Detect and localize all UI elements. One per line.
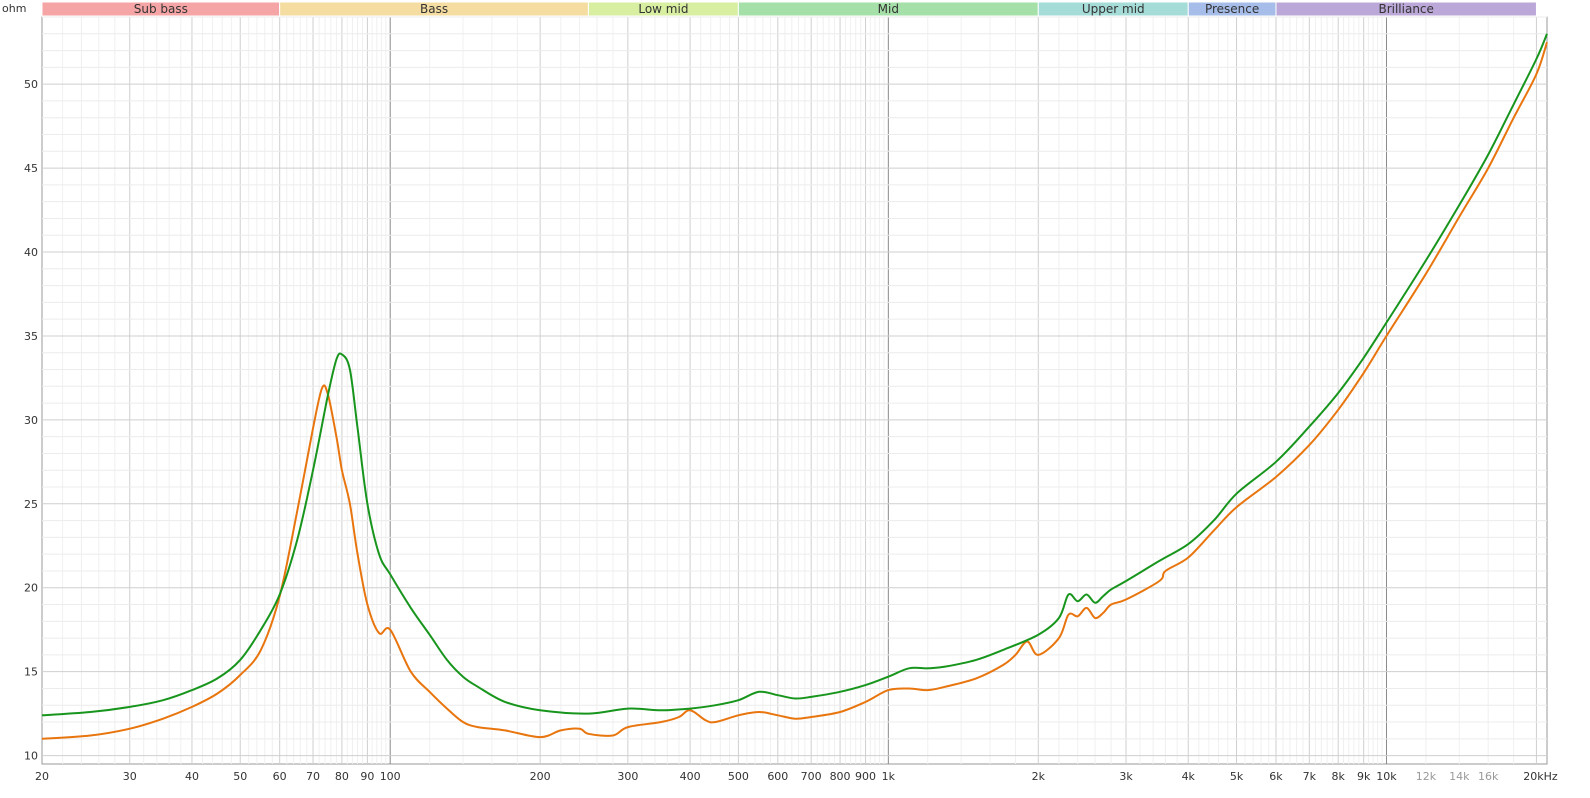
band-label: Presence bbox=[1205, 2, 1259, 16]
y-tick-label: 45 bbox=[24, 162, 38, 175]
x-tick-label: 300 bbox=[617, 770, 638, 783]
x-tick-label: 80 bbox=[335, 770, 349, 783]
y-tick-label: 10 bbox=[24, 750, 38, 763]
x-tick-label: 50 bbox=[233, 770, 247, 783]
x-tick-label: 10k bbox=[1376, 770, 1397, 783]
x-tick-label: 900 bbox=[855, 770, 876, 783]
x-tick-label: 16k bbox=[1478, 770, 1499, 783]
x-tick-label: 100 bbox=[380, 770, 401, 783]
x-tick-label: 14k bbox=[1449, 770, 1470, 783]
x-tick-label: 60 bbox=[273, 770, 287, 783]
x-tick-label: 20 bbox=[35, 770, 49, 783]
y-tick-label: 50 bbox=[24, 78, 38, 91]
impedance-chart: Sub bass Bass Low mid Mid Upper mid Presence B… bbox=[2, 1, 1558, 783]
x-tick-label: 7k bbox=[1303, 770, 1317, 783]
x-tick-label: 3k bbox=[1119, 770, 1133, 783]
x-tick-label: 2k bbox=[1032, 770, 1046, 783]
y-tick-label: 35 bbox=[24, 330, 38, 343]
band-label: Mid bbox=[878, 2, 899, 16]
x-tick-label: 500 bbox=[728, 770, 749, 783]
band-label: Bass bbox=[420, 2, 448, 16]
frequency-bands: Sub bass Bass Low mid Mid Upper mid Presence B… bbox=[41, 1, 1537, 17]
band-label: Upper mid bbox=[1082, 2, 1145, 16]
x-tick-label: 5k bbox=[1230, 770, 1244, 783]
x-tick-label: 700 bbox=[801, 770, 822, 783]
x-tick-label: 8k bbox=[1332, 770, 1346, 783]
x-tick-label: 6k bbox=[1269, 770, 1283, 783]
band-label: Low mid bbox=[638, 2, 688, 16]
x-tick-label: 70 bbox=[306, 770, 320, 783]
y-tick-label: 15 bbox=[24, 666, 38, 679]
band-label: Brilliance bbox=[1378, 2, 1433, 16]
y-tick-label: 30 bbox=[24, 414, 38, 427]
x-tick-label: 40 bbox=[185, 770, 199, 783]
x-tick-label: 400 bbox=[680, 770, 701, 783]
y-tick-label: 40 bbox=[24, 246, 38, 259]
y-axis: 10 15 20 25 30 35 40 45 50 bbox=[24, 78, 38, 762]
x-tick-label: 800 bbox=[830, 770, 851, 783]
x-tick-label: 20kHz bbox=[1523, 770, 1558, 783]
y-axis-unit-label: ohm bbox=[2, 2, 26, 15]
x-tick-label: 30 bbox=[123, 770, 137, 783]
x-tick-label: 200 bbox=[530, 770, 551, 783]
x-tick-label: 4k bbox=[1182, 770, 1196, 783]
x-tick-label: 12k bbox=[1416, 770, 1437, 783]
x-tick-label: 90 bbox=[360, 770, 374, 783]
x-tick-label: 9k bbox=[1357, 770, 1371, 783]
band-label: Sub bass bbox=[134, 2, 188, 16]
x-axis: 20 30 40 50 60 70 80 90 100 200 300 400 500 600 700 800… bbox=[35, 770, 1558, 783]
x-tick-label: 600 bbox=[767, 770, 788, 783]
y-tick-label: 20 bbox=[24, 582, 38, 595]
y-tick-label: 25 bbox=[24, 498, 38, 511]
x-tick-label: 1k bbox=[882, 770, 896, 783]
